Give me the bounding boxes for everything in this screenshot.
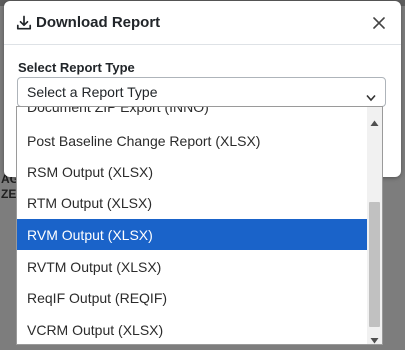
background-text-fragment: ZE <box>1 187 17 201</box>
option-rtm-output[interactable]: RTM Output (XLSX) <box>17 187 367 218</box>
option-document-zip-export[interactable]: Document ZIP Export (INNO) <box>17 107 367 122</box>
report-type-label: Select Report Type <box>18 60 135 75</box>
dialog-title: Download Report <box>36 14 161 31</box>
scroll-up-icon[interactable] <box>370 114 379 126</box>
caret-down-icon <box>366 89 376 102</box>
dialog-header: Download Report <box>4 1 401 45</box>
option-rvtm-output[interactable]: RVTM Output (XLSX) <box>17 251 367 282</box>
option-rsm-output[interactable]: RSM Output (XLSX) <box>17 156 367 187</box>
scroll-down-icon[interactable] <box>370 332 379 344</box>
report-type-dropdown-list[interactable]: Document ZIP Export (INNO) Post Baseline… <box>16 106 383 345</box>
close-icon <box>373 17 385 29</box>
scrollbar-thumb[interactable] <box>369 202 380 327</box>
option-vcrm-output[interactable]: VCRM Output (XLSX) <box>17 314 367 344</box>
option-rvm-output-selected[interactable]: RVM Output (XLSX) <box>17 215 368 254</box>
option-reqif-output[interactable]: ReqIF Output (REQIF) <box>17 282 367 313</box>
close-button[interactable] <box>369 13 389 33</box>
report-type-select[interactable]: Select a Report Type <box>17 77 386 107</box>
option-list: Document ZIP Export (INNO) Post Baseline… <box>17 107 368 344</box>
select-value: Select a Report Type <box>27 84 158 100</box>
download-icon <box>16 15 32 31</box>
dropdown-scrollbar[interactable] <box>367 107 382 344</box>
option-post-baseline-change-report[interactable]: Post Baseline Change Report (XLSX) <box>17 125 367 156</box>
